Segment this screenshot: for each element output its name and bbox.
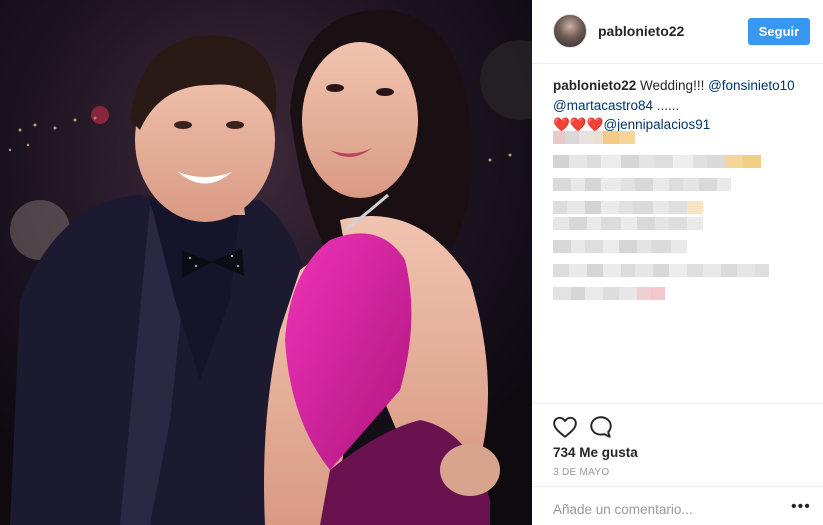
censored-line — [553, 201, 703, 214]
avatar[interactable] — [553, 14, 587, 48]
post-date[interactable]: 3 DE MAYO — [553, 467, 609, 478]
censored-line — [553, 155, 761, 168]
follow-button[interactable]: Seguir — [748, 18, 810, 45]
mention-link-1[interactable]: @fonsinieto10 — [708, 78, 795, 93]
caption-text: Wedding!!! — [640, 78, 705, 93]
photo-illustration — [0, 0, 532, 525]
censored-line — [553, 264, 769, 277]
like-count[interactable]: 734 Me gusta — [553, 445, 638, 460]
censored-line — [553, 217, 703, 230]
comment-form: ••• — [532, 486, 823, 525]
caption-author-link[interactable]: pablonieto22 — [553, 78, 636, 93]
censored-line — [553, 287, 665, 300]
censored-line — [553, 240, 687, 253]
censored-line — [553, 178, 731, 191]
mention-link-2[interactable]: @martacastro84 — [553, 98, 653, 113]
post-caption: pablonieto22 Wedding!!! @fonsinieto10 @m… — [553, 76, 811, 135]
caption-ellipsis: ...... — [656, 97, 680, 113]
username-link[interactable]: pablonieto22 — [598, 23, 684, 39]
post-photo[interactable] — [0, 0, 532, 525]
heart-outline-icon[interactable] — [552, 414, 578, 440]
mention-link-3[interactable]: @jennipalacios91 — [603, 117, 710, 132]
hearts-emoji: ❤️❤️❤️ — [553, 117, 604, 132]
comment-input[interactable] — [553, 499, 783, 519]
censored-line — [553, 131, 635, 144]
post-sidebar: pablonieto22 Seguir pablonieto22 Wedding… — [532, 0, 823, 525]
post-header: pablonieto22 Seguir — [532, 0, 823, 64]
more-options-icon[interactable]: ••• — [791, 499, 811, 515]
post-actions: 734 Me gusta 3 DE MAYO ••• — [532, 403, 823, 519]
comment-bubble-icon[interactable] — [588, 414, 614, 440]
